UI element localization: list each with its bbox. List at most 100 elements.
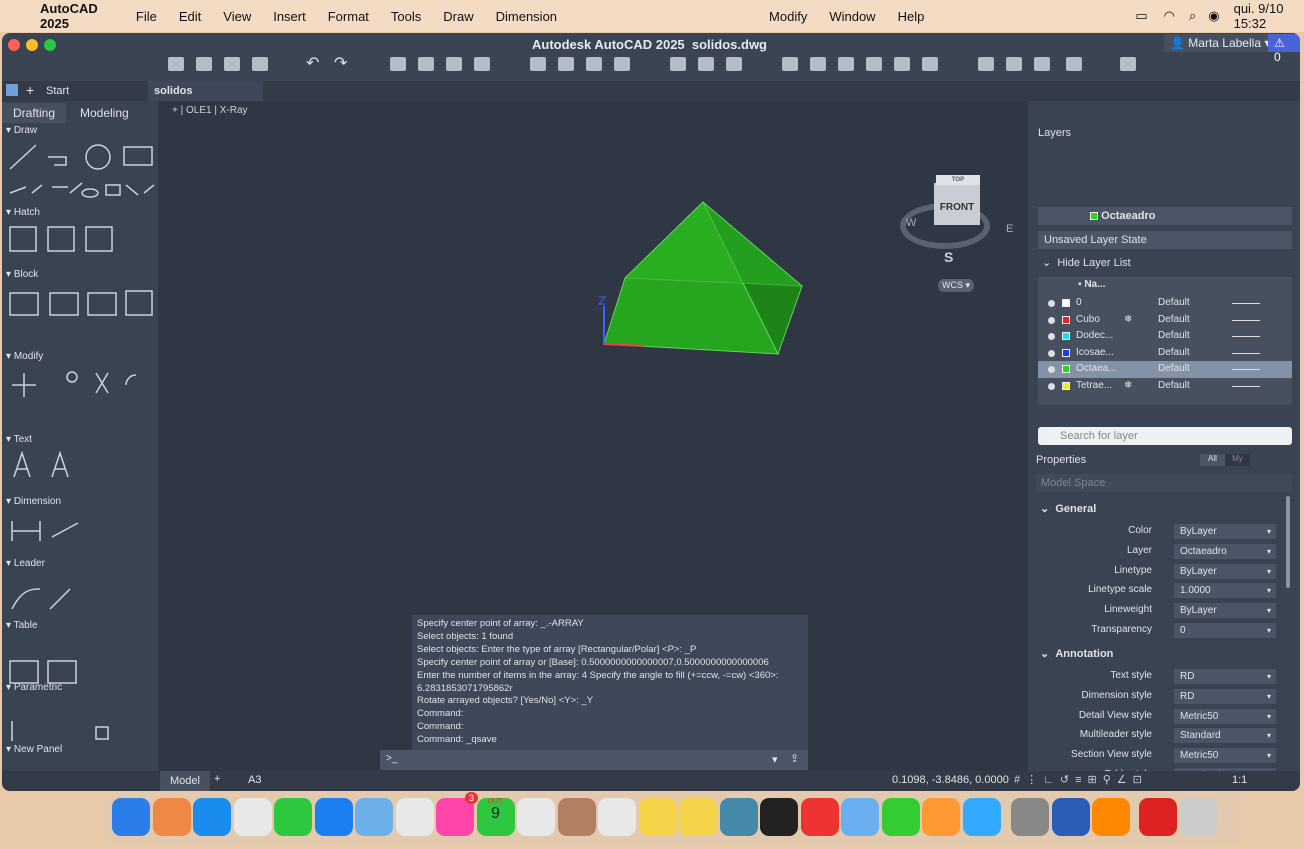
layer-linetype[interactable]: Default: [1158, 295, 1190, 312]
dock-stickies-icon[interactable]: [638, 798, 677, 836]
tab-modeling[interactable]: Modeling: [80, 103, 129, 123]
layer-linetype[interactable]: Default: [1158, 345, 1190, 362]
notifications-icon[interactable]: [1120, 57, 1136, 71]
layer-linetype[interactable]: Default: [1158, 378, 1190, 395]
dock-facetime-icon[interactable]: 3: [436, 792, 478, 836]
markup-icon[interactable]: [1034, 57, 1050, 71]
layer-color-swatch[interactable]: [1062, 348, 1070, 357]
menu-modify[interactable]: Modify: [758, 9, 818, 24]
dock-appstore-icon[interactable]: [922, 798, 960, 836]
column-name-header[interactable]: ▪ Na...: [1078, 279, 1105, 290]
properties-filter[interactable]: All My: [1200, 454, 1250, 466]
battery-icon[interactable]: ▭: [1135, 8, 1147, 24]
property-value[interactable]: Standard: [1174, 728, 1276, 744]
layer-visibility-icon[interactable]: [1048, 382, 1055, 390]
import-icon[interactable]: [530, 57, 546, 71]
close-button[interactable]: [8, 39, 20, 51]
page-setup-icon[interactable]: [474, 57, 490, 71]
layer-name[interactable]: Octaea...: [1076, 361, 1117, 378]
layer-tools-icon[interactable]: [866, 57, 882, 71]
add-layout-icon[interactable]: +: [214, 773, 220, 785]
layer-visibility-icon[interactable]: [1048, 316, 1055, 324]
filter-my[interactable]: My: [1225, 454, 1250, 466]
layer-color-swatch[interactable]: [1062, 299, 1070, 307]
menu-insert[interactable]: Insert: [262, 9, 317, 24]
property-value[interactable]: ByLayer: [1174, 603, 1276, 619]
command-line-input[interactable]: >_ ▾ ⇪: [380, 750, 808, 770]
share-icon[interactable]: [586, 57, 602, 71]
property-value[interactable]: RD: [1174, 688, 1276, 704]
layer-row[interactable]: Octaea... Default: [1038, 361, 1292, 378]
properties-icon[interactable]: [782, 57, 798, 71]
tab-drafting[interactable]: Drafting: [2, 103, 66, 123]
user-menu[interactable]: 👤 Marta Labella ▾: [1164, 34, 1277, 52]
properties-scrollbar[interactable]: [1286, 496, 1290, 588]
layer-name[interactable]: Dodec...: [1076, 328, 1113, 345]
annotation-scale[interactable]: 1:1: [1232, 774, 1247, 786]
dock-pages-icon[interactable]: [881, 798, 920, 836]
command-share-icon[interactable]: ⇪: [790, 752, 799, 765]
property-value[interactable]: ByLayer: [1174, 563, 1276, 579]
layer-search-input[interactable]: Search for layer: [1038, 427, 1292, 445]
property-value[interactable]: Metric50: [1174, 708, 1276, 724]
property-value[interactable]: 1.0000: [1174, 583, 1276, 599]
save-as-icon[interactable]: [252, 57, 268, 71]
send-icon[interactable]: [1006, 57, 1022, 71]
tab-solidos[interactable]: solidos: [148, 81, 263, 101]
viewcube-front[interactable]: FRONT: [934, 183, 980, 225]
layer-visibility-icon[interactable]: [1048, 333, 1055, 340]
export-icon[interactable]: [558, 57, 574, 71]
tab-a3[interactable]: A3: [248, 774, 261, 786]
dock-music-icon[interactable]: [760, 798, 798, 836]
feedback-icon[interactable]: [1066, 57, 1082, 71]
undo-icon[interactable]: ↶: [306, 53, 319, 73]
property-value[interactable]: RD: [1174, 669, 1276, 684]
layer-list[interactable]: ▪ Na... 0 Default Cubo ❄ Default Dodec..…: [1038, 277, 1292, 405]
layer-row[interactable]: Tetrae... ❄ Default: [1038, 378, 1292, 395]
layer-name[interactable]: Tetrae...: [1076, 378, 1112, 395]
dock-keynote-icon[interactable]: [800, 798, 839, 836]
layer-visibility-icon[interactable]: [1048, 366, 1055, 373]
dock-finder-icon[interactable]: [112, 798, 150, 836]
menu-help[interactable]: Help: [887, 9, 936, 24]
plot-icon[interactable]: [390, 57, 406, 71]
selection-dropdown[interactable]: Model Space: [1036, 474, 1292, 492]
dock-settings-icon[interactable]: [962, 798, 1001, 836]
compass-e[interactable]: E: [1006, 223, 1013, 235]
dock-notes-icon[interactable]: [598, 798, 636, 836]
clock[interactable]: qui. 9/10 15:32: [1234, 1, 1304, 31]
menu-format[interactable]: Format: [317, 9, 380, 24]
layer-name[interactable]: 0: [1076, 295, 1082, 312]
menu-app[interactable]: AutoCAD 2025: [29, 1, 125, 31]
menu-dimension[interactable]: Dimension: [485, 9, 568, 24]
layer-state-dropdown[interactable]: Unsaved Layer State: [1038, 231, 1292, 249]
dock-contacts-icon[interactable]: [517, 798, 555, 836]
search-icon[interactable]: ⌕: [1189, 8, 1196, 24]
dock-autocad-icon[interactable]: [1092, 798, 1130, 836]
dock-safari-icon[interactable]: [193, 798, 231, 836]
save-icon[interactable]: [224, 57, 240, 71]
dock-word-icon[interactable]: [1011, 798, 1049, 836]
viewcube-top[interactable]: TOP: [936, 175, 980, 185]
new-tab-icon[interactable]: +: [26, 82, 34, 98]
compass-s[interactable]: S: [944, 249, 953, 265]
dock-numbers-icon[interactable]: [841, 798, 879, 836]
grid-menu-icon[interactable]: [6, 84, 18, 96]
layer-visibility-icon[interactable]: [1048, 300, 1055, 307]
property-value[interactable]: Octaeadro: [1174, 543, 1276, 559]
dock-reminders-icon[interactable]: [557, 798, 596, 836]
blocks-icon[interactable]: [894, 57, 910, 71]
control-center-icon[interactable]: ◉: [1208, 8, 1219, 24]
menu-edit[interactable]: Edit: [168, 9, 212, 24]
hide-layer-list-toggle[interactable]: ⌄ Hide Layer List: [1042, 256, 1131, 269]
dock-calendar-icon[interactable]: OUT. 9: [476, 798, 515, 836]
freeze-icon[interactable]: ❄: [1124, 378, 1132, 395]
menu-tools[interactable]: Tools: [380, 9, 432, 24]
dock-chrome-icon[interactable]: [233, 798, 272, 836]
palette-tool-icons[interactable]: [6, 141, 156, 741]
dock-appletv-icon[interactable]: [719, 798, 758, 836]
compare-icon[interactable]: [978, 57, 994, 71]
viewcube[interactable]: FRONT TOP W E S: [900, 173, 1020, 265]
annotation-section[interactable]: ⌄ Annotation: [1040, 647, 1113, 660]
filter-all[interactable]: All: [1200, 454, 1225, 466]
